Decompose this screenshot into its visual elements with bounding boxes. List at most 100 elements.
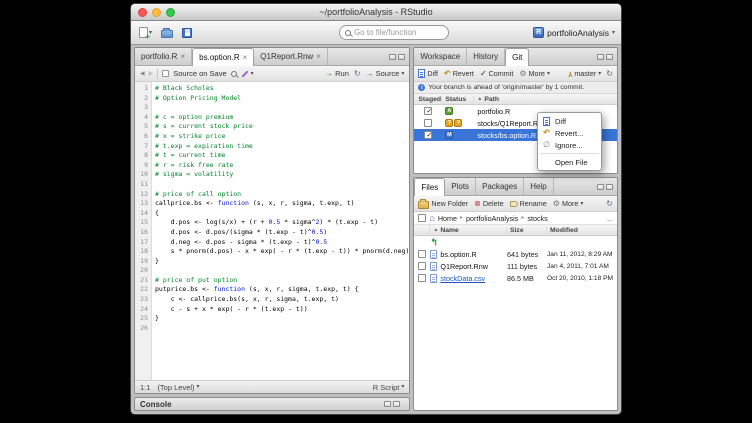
branch-selector[interactable]: master [568, 69, 602, 78]
name-column-header[interactable]: Name [430, 227, 507, 234]
size-column-header[interactable]: Size [507, 227, 547, 234]
code-line: 5# s = current stock price [135, 122, 409, 132]
tab-bs-option-r[interactable]: bs.option.R [192, 48, 254, 66]
select-all-checkbox[interactable] [418, 214, 426, 222]
breadcrumb-home[interactable]: Home [438, 214, 457, 223]
tab-packages[interactable]: Packages [476, 178, 524, 195]
forward-button[interactable] [149, 71, 154, 77]
status-column-header[interactable]: Status [442, 96, 474, 103]
tab-label: Git [512, 53, 522, 62]
maximize-pane-button[interactable] [606, 184, 613, 190]
file-name[interactable]: bs.option.R [440, 250, 476, 259]
minimize-pane-button[interactable] [597, 184, 604, 190]
file-name[interactable]: stockData.csv [440, 274, 485, 283]
line-number: 7 [135, 142, 151, 152]
menu-item-revert[interactable]: Revert... [538, 127, 601, 139]
modified-column-header[interactable]: Modified [547, 227, 617, 234]
run-button[interactable]: Run [325, 69, 349, 78]
tab-portfolio-r[interactable]: portfolio.R [135, 48, 192, 65]
back-button[interactable] [140, 71, 145, 77]
more-button[interactable]: More [553, 199, 584, 208]
file-type-selector[interactable]: R Script [373, 383, 405, 392]
file-row[interactable]: stockData.csv 86.5 MB Oct 20, 2010, 1:18… [414, 272, 617, 284]
minimize-pane-button[interactable] [384, 401, 391, 407]
find-in-file-icon[interactable] [231, 71, 237, 77]
breadcrumb-portfolioanalysis[interactable]: portfolioAnalysis [466, 214, 518, 223]
close-tab-icon[interactable] [180, 53, 185, 61]
project-menu-button[interactable]: portfolioAnalysis [533, 27, 615, 38]
open-file-button[interactable] [159, 27, 175, 39]
code-line: 9# r = risk free rate [135, 161, 409, 171]
breadcrumb-overflow-button[interactable]: ... [607, 214, 613, 223]
breadcrumb-stocks[interactable]: stocks [527, 214, 547, 223]
line-number: 21 [135, 276, 151, 286]
menu-item-open-file[interactable]: Open File [538, 156, 601, 168]
ignore-icon [543, 141, 550, 149]
tab-history[interactable]: History [467, 48, 505, 65]
maximize-pane-button[interactable] [398, 54, 405, 60]
refresh-icon[interactable] [606, 70, 613, 78]
delete-button[interactable]: Delete [474, 199, 503, 208]
save-button[interactable] [180, 27, 194, 39]
file-row[interactable]: bs.option.R 641 bytes Jan 11, 2012, 8:29… [414, 248, 617, 260]
tab-q1report-rnw[interactable]: Q1Report.Rnw [254, 48, 328, 65]
line-number: 19 [135, 257, 151, 267]
files-breadcrumb: Home portfolioAnalysis stocks ... [414, 212, 617, 225]
diff-button[interactable]: Diff [418, 69, 438, 78]
tab-files[interactable]: Files [414, 178, 445, 196]
rerun-icon[interactable] [354, 70, 361, 78]
parent-directory-row[interactable] [414, 236, 617, 248]
tab-workspace[interactable]: Workspace [414, 48, 467, 65]
menu-item-diff[interactable]: Diff [538, 115, 601, 127]
minimize-pane-button[interactable] [389, 54, 396, 60]
source-icon [366, 70, 374, 78]
minimize-window-button[interactable] [152, 8, 161, 17]
chevron-down-icon [547, 71, 550, 77]
path-column-header[interactable]: Path [474, 96, 617, 103]
console-pane-header[interactable]: Console [134, 397, 410, 411]
commit-button[interactable]: Commit [480, 69, 513, 78]
close-window-button[interactable] [138, 8, 147, 17]
scope-selector[interactable]: (Top Level) [157, 383, 199, 392]
source-button[interactable]: Source [366, 69, 405, 78]
code-line: 6# x = strike price [135, 132, 409, 142]
minimize-pane-button[interactable] [597, 54, 604, 60]
code-line: 17 d.neg <- d.pos - sigma * (t.exp - t)^… [135, 238, 409, 248]
more-button[interactable]: More [519, 69, 550, 78]
code-tools-button[interactable] [241, 71, 254, 77]
file-checkbox[interactable] [418, 274, 426, 282]
maximize-pane-button[interactable] [393, 401, 400, 407]
staged-checkbox[interactable] [424, 107, 432, 115]
rename-button[interactable]: Rename [510, 199, 547, 208]
staged-checkbox[interactable] [424, 131, 432, 139]
file-row[interactable]: Q1Report.Rnw 111 bytes Jan 4, 2011, 7:01… [414, 260, 617, 272]
menu-item-ignore[interactable]: Ignore... [538, 139, 601, 151]
new-folder-button[interactable]: New Folder [418, 199, 468, 209]
zoom-window-button[interactable] [166, 8, 175, 17]
staged-checkbox[interactable] [424, 119, 432, 127]
tab-plots[interactable]: Plots [445, 178, 476, 195]
goto-file-input[interactable] [354, 28, 443, 37]
maximize-pane-button[interactable] [606, 54, 613, 60]
close-tab-icon[interactable] [316, 53, 321, 61]
refresh-icon[interactable] [606, 200, 613, 208]
git-tab-bar: Workspace History Git [414, 48, 617, 66]
file-name[interactable]: Q1Report.Rnw [440, 262, 488, 271]
tab-help[interactable]: Help [524, 178, 553, 195]
code-editor[interactable]: 1# Black Scholes2# Option Pricing Model3… [135, 82, 409, 380]
source-pane: portfolio.R bs.option.R Q1Report.Rnw [134, 47, 410, 394]
file-checkbox[interactable] [418, 262, 426, 270]
goto-file-search[interactable] [339, 25, 449, 40]
file-checkbox[interactable] [418, 250, 426, 258]
staged-column-header[interactable]: Staged [414, 96, 442, 103]
line-number: 6 [135, 132, 151, 142]
tab-git[interactable]: Git [505, 48, 529, 66]
rstudio-window: ~/portfolioAnalysis - RStudio portfolioA… [130, 3, 622, 415]
revert-button[interactable]: Revert [444, 69, 474, 78]
source-on-save-checkbox[interactable] [162, 70, 169, 77]
new-file-button[interactable] [137, 26, 154, 39]
window-title: ~/portfolioAnalysis - RStudio [319, 7, 432, 17]
up-directory-icon[interactable] [430, 238, 438, 247]
close-tab-icon[interactable] [243, 54, 248, 62]
tab-label: History [473, 52, 498, 61]
